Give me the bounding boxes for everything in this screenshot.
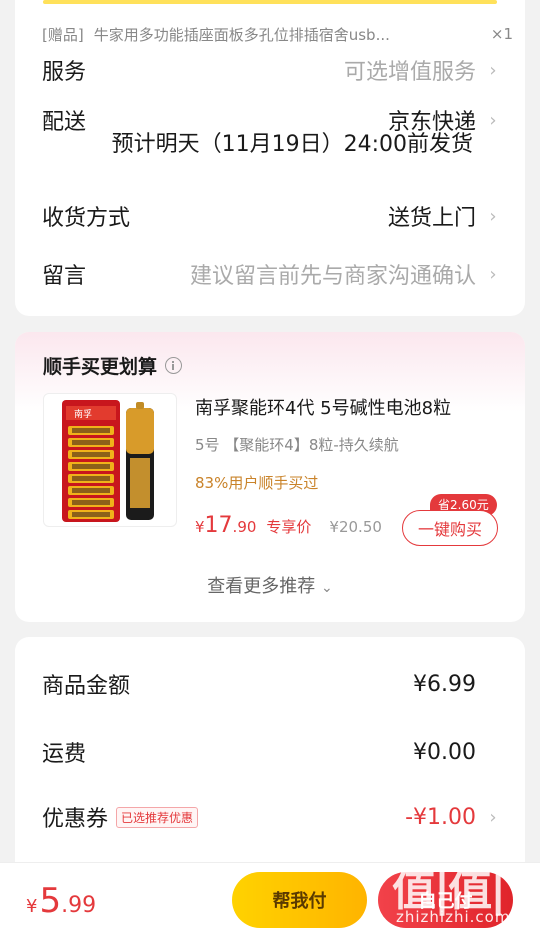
total-currency: ¥ — [26, 896, 38, 917]
message-label: 留言 — [42, 264, 87, 289]
service-label: 服务 — [42, 60, 87, 85]
gift-title: 牛家用多功能插座面板多孔位排插宿舍usb... — [93, 25, 390, 44]
help-me-pay-button[interactable]: 帮我付 — [232, 872, 367, 928]
product-price: ¥ 17 .90 专享价 ¥20.50 — [195, 513, 382, 538]
shipping-fee-row: 运费 ¥0.00 — [42, 732, 500, 772]
goods-amount-row: 商品金额 ¥6.99 — [42, 664, 500, 704]
recommend-title: 顺手买更划算 — [43, 352, 183, 379]
total-decimal: .99 — [61, 893, 97, 918]
more-recommendations-label: 查看更多推荐 — [207, 576, 316, 597]
recommend-title-text: 顺手买更划算 — [43, 356, 158, 378]
receive-method-value: 送货上门 — [387, 206, 476, 231]
pay-myself-button[interactable]: 自己付 — [378, 872, 513, 928]
total-price: ¥ 5 .99 — [26, 881, 96, 921]
coupon-recommended-badge: 已选推荐优惠 — [116, 806, 199, 828]
info-icon[interactable] — [165, 357, 183, 374]
price-integer: 17 — [204, 513, 233, 538]
gift-item-row[interactable]: [赠品] 牛家用多功能插座面板多孔位排插宿舍usb... ×1 — [42, 20, 513, 48]
total-integer: 5 — [39, 881, 62, 921]
goods-amount-value: ¥6.99 — [413, 671, 476, 697]
service-value: 可选增值服务 — [343, 60, 476, 85]
checkout-bar: ¥ 5 .99 帮我付 自己付 — [0, 862, 540, 936]
recommend-card: 顺手买更划算 南孚 南孚聚能环4代 5号碱性电池8粒 5号 【聚能环4】8粒-持… — [15, 332, 525, 622]
chevron-right-icon: › — [489, 59, 497, 81]
product-image[interactable]: 南孚 — [43, 393, 177, 527]
chevron-right-icon: › — [489, 263, 497, 285]
more-recommendations-link[interactable]: 查看更多推荐 ⌄ — [15, 572, 525, 598]
pack-brand-text: 南孚 — [74, 408, 92, 420]
battery-pack-image: 南孚 — [62, 400, 154, 522]
shipping-fee-label: 运费 — [42, 742, 87, 767]
chevron-down-icon: ⌄ — [321, 580, 333, 596]
chevron-right-icon: › — [489, 806, 497, 828]
price-decimal: .90 — [232, 518, 257, 536]
receive-method-row[interactable]: 收货方式 送货上门 › — [42, 196, 500, 236]
gift-tag: [赠品] — [42, 25, 84, 44]
message-placeholder: 建议留言前先与商家沟通确认 — [189, 264, 476, 289]
service-row[interactable]: 服务 可选增值服务 › — [42, 50, 500, 90]
coupon-value: -¥1.00 — [405, 804, 476, 830]
message-row[interactable]: 留言 建议留言前先与商家沟通确认 › — [42, 254, 500, 294]
shipping-label: 配送 — [42, 110, 87, 135]
order-details-card: [赠品] 牛家用多功能插座面板多孔位排插宿舍usb... ×1 服务 可选增值服… — [15, 0, 525, 316]
coupon-row[interactable]: 优惠券 已选推荐优惠 -¥1.00 › — [42, 797, 500, 837]
delivery-eta: 预计明天（11月19日）24:00前发货 — [111, 132, 473, 157]
price-currency: ¥ — [195, 518, 205, 536]
chevron-right-icon: › — [489, 205, 497, 227]
coupon-label: 优惠券 — [42, 807, 109, 832]
shipping-fee-value: ¥0.00 — [413, 739, 476, 765]
original-price: ¥20.50 — [329, 518, 382, 536]
product-spec: 5号 【聚能环4】8粒-持久续航 — [195, 436, 399, 454]
chevron-right-icon: › — [489, 109, 497, 131]
gift-quantity: ×1 — [490, 25, 513, 43]
top-accent-bar — [43, 0, 497, 4]
one-click-buy-button[interactable]: 一键购买 — [402, 510, 498, 546]
goods-amount-label: 商品金额 — [42, 674, 131, 699]
product-title[interactable]: 南孚聚能环4代 5号碱性电池8粒 — [195, 394, 451, 420]
exclusive-price-tag: 专享价 — [266, 518, 312, 536]
product-social-proof: 83%用户顺手买过 — [195, 474, 319, 492]
receive-method-label: 收货方式 — [42, 206, 131, 231]
